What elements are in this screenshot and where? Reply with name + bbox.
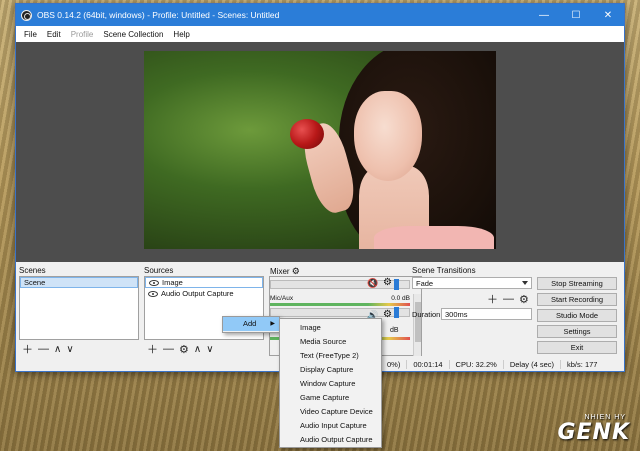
obs-main-window: OBS 0.14.2 (64bit, windows) - Profile: U… bbox=[15, 3, 625, 372]
studio-mode-button[interactable]: Studio Mode bbox=[537, 309, 617, 322]
track-name: Mic/Aux bbox=[270, 295, 294, 302]
obs-logo-icon bbox=[21, 9, 32, 21]
genk-watermark-logo: GENK bbox=[557, 420, 630, 445]
mixer-scrollbar[interactable] bbox=[413, 294, 421, 356]
title-bar[interactable]: OBS 0.14.2 (64bit, windows) - Profile: U… bbox=[16, 4, 624, 26]
move-down-icon[interactable]: ∨ bbox=[206, 344, 213, 355]
remove-scene-button[interactable]: — bbox=[38, 343, 49, 355]
visibility-eye-icon[interactable] bbox=[148, 290, 158, 297]
remove-transition-button[interactable]: — bbox=[503, 293, 514, 305]
dropped-frames: 0%) bbox=[387, 359, 401, 369]
preview-image bbox=[144, 51, 496, 249]
muted-speaker-icon[interactable]: 🔇 bbox=[367, 278, 378, 289]
start-recording-button[interactable]: Start Recording bbox=[537, 293, 617, 306]
track-gear-icon[interactable]: ⚙ bbox=[383, 309, 392, 320]
submenu-item-display-capture[interactable]: Display Capture bbox=[280, 363, 381, 377]
scenes-list[interactable]: Scene bbox=[19, 276, 139, 340]
track-db-partial: dB bbox=[390, 327, 399, 334]
submenu-item-video-capture[interactable]: Video Capture Device bbox=[280, 405, 381, 419]
scene-item[interactable]: Scene bbox=[20, 277, 138, 288]
remove-source-button[interactable]: — bbox=[163, 343, 174, 355]
context-add-item[interactable]: Add ▶ bbox=[223, 317, 279, 331]
menu-file[interactable]: File bbox=[19, 30, 42, 39]
duration-label: Duration bbox=[412, 310, 441, 319]
scenes-toolbar: ＋ — ∧ ∨ bbox=[22, 341, 74, 357]
stop-streaming-button[interactable]: Stop Streaming bbox=[537, 277, 617, 290]
submenu-item-game-capture[interactable]: Game Capture bbox=[280, 391, 381, 405]
settings-button[interactable]: Settings bbox=[537, 325, 617, 338]
sources-label: Sources bbox=[144, 266, 174, 275]
add-submenu: Image Media Source Text (FreeType 2) Dis… bbox=[279, 318, 382, 448]
duration-spinbox[interactable]: 300ms bbox=[441, 308, 532, 320]
move-up-icon[interactable]: ∧ bbox=[194, 344, 201, 355]
bitrate: kb/s: 177 bbox=[560, 359, 603, 369]
menu-profile[interactable]: Profile bbox=[66, 30, 99, 39]
transition-select[interactable]: Fade bbox=[412, 277, 532, 289]
move-down-icon[interactable]: ∨ bbox=[66, 344, 73, 355]
maximize-button[interactable]: ☐ bbox=[560, 4, 592, 26]
menu-bar: File Edit Profile Scene Collection Help bbox=[16, 26, 624, 42]
context-menu: Add ▶ bbox=[222, 316, 280, 333]
menu-scene-collection[interactable]: Scene Collection bbox=[98, 30, 168, 39]
mixer-gear-icon[interactable]: ⚙ bbox=[292, 266, 300, 276]
transition-gear-icon[interactable]: ⚙ bbox=[519, 293, 529, 306]
chevron-down-icon bbox=[522, 281, 528, 285]
visibility-eye-icon[interactable] bbox=[149, 279, 159, 286]
transitions-label: Scene Transitions bbox=[412, 266, 476, 275]
stream-delay: Delay (4 sec) bbox=[502, 359, 560, 369]
submenu-item-image[interactable]: Image bbox=[280, 321, 381, 335]
add-source-button[interactable]: ＋ bbox=[147, 341, 158, 357]
track-db: 0.0 dB bbox=[391, 295, 410, 302]
menu-help[interactable]: Help bbox=[168, 30, 194, 39]
close-button[interactable]: ✕ bbox=[592, 4, 624, 26]
source-item-audio-output[interactable]: Audio Output Capture bbox=[145, 288, 263, 299]
stream-time: 00:01:14 bbox=[406, 359, 448, 369]
submenu-item-window-capture[interactable]: Window Capture bbox=[280, 377, 381, 391]
transitions-toolbar: ＋ — ⚙ bbox=[487, 291, 529, 307]
preview-canvas[interactable] bbox=[16, 42, 624, 262]
track-gear-icon[interactable]: ⚙ bbox=[383, 277, 392, 288]
submenu-arrow-icon: ▶ bbox=[270, 321, 275, 327]
submenu-item-audio-output[interactable]: Audio Output Capture bbox=[280, 433, 381, 447]
submenu-item-text[interactable]: Text (FreeType 2) bbox=[280, 349, 381, 363]
minimize-button[interactable]: — bbox=[528, 4, 560, 26]
add-transition-button[interactable]: ＋ bbox=[487, 291, 498, 307]
source-item-image[interactable]: Image bbox=[145, 277, 263, 288]
submenu-item-audio-input[interactable]: Audio Input Capture bbox=[280, 419, 381, 433]
add-scene-button[interactable]: ＋ bbox=[22, 341, 33, 357]
exit-button[interactable]: Exit bbox=[537, 341, 617, 354]
sources-toolbar: ＋ — ⚙ ∧ ∨ bbox=[147, 341, 214, 357]
scenes-label: Scenes bbox=[19, 266, 46, 275]
source-properties-gear-icon[interactable]: ⚙ bbox=[179, 343, 189, 356]
cpu-usage: CPU: 32.2% bbox=[448, 359, 503, 369]
audio-meter bbox=[270, 303, 410, 306]
submenu-item-media-source[interactable]: Media Source bbox=[280, 335, 381, 349]
move-up-icon[interactable]: ∧ bbox=[54, 344, 61, 355]
window-title: OBS 0.14.2 (64bit, windows) - Profile: U… bbox=[37, 10, 280, 20]
menu-edit[interactable]: Edit bbox=[42, 30, 66, 39]
